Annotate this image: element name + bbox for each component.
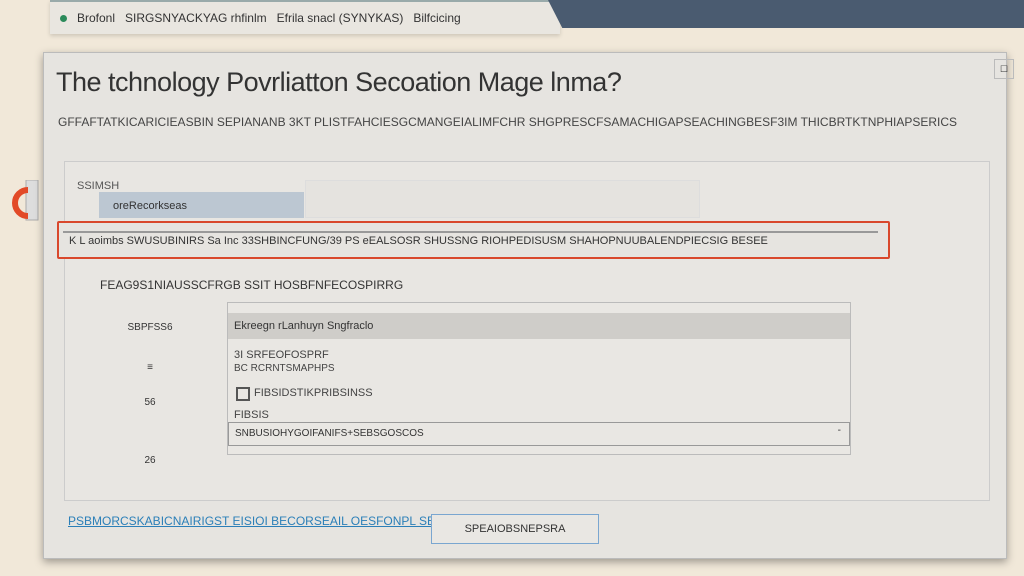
row-label: ≡ <box>147 362 153 373</box>
dropdown[interactable]: SNBUSIOHYGOIFANIFS+SEBSGOSCOS - <box>228 422 850 446</box>
highlighted-row[interactable]: K L aoimbs SWUSUBINIRS Sa Inc 33SHBINCFU… <box>57 221 890 259</box>
nav-item[interactable]: oreRecorkseas <box>99 192 304 218</box>
status-dot-icon <box>60 14 67 22</box>
section-label: SSIMSH <box>77 180 120 192</box>
refresh-icon[interactable] <box>4 180 44 225</box>
detail-grid: Ekreegn rLanhuyn Sngfraclo 3I SRFEOFOSPR… <box>227 302 851 455</box>
dropdown-value: SNBUSIOHYGOIFANIFS+SEBSGOSCOS <box>235 428 424 439</box>
selected-row-text: K L aoimbs SWUSUBINIRS Sa Inc 33SHBINCFU… <box>63 231 878 251</box>
row-labels: SBPFSS6 ≡ 56 26 <box>115 322 185 466</box>
content-panel: SSIMSH oreRecorkseas K L aoimbs SWUSUBIN… <box>57 161 990 501</box>
page-subtitle: GFFAFTATKICARICIEASBIN SEPIANANB 3KT PLI… <box>58 115 958 129</box>
top-tab-bar: Brofonl SIRGSNYACKYAG rhfinlm Efrila sna… <box>50 0 560 34</box>
tab-3[interactable]: Efrila snacl (SYNYKAS) <box>277 11 404 25</box>
grid-line: BC RCRNTSMAPHPS <box>234 363 335 374</box>
checkbox-row[interactable]: FIBSIDSTIKPRIBSINSS <box>236 387 373 401</box>
subheading: FEAG9S1NIAUSSCFRGB SSIT HOSBFNFECOSPIRRG <box>100 278 404 292</box>
tab-4[interactable]: Bilfcicing <box>413 11 460 25</box>
grid-header: Ekreegn rLanhuyn Sngfraclo <box>228 313 850 339</box>
grid-line: 3I SRFEOFOSPRF <box>234 349 329 361</box>
page-title: The tchnology Povrliatton Secoation Mage… <box>56 67 622 97</box>
checkbox-label: FIBSIDSTIKPRIBSINSS <box>254 387 373 399</box>
tab-2[interactable]: SIRGSNYACKYAG rhfinlm <box>125 11 267 25</box>
chevron-down-icon: - <box>837 425 841 436</box>
toolbar-area <box>305 180 700 218</box>
header-band <box>548 0 1024 28</box>
row-label: 26 <box>144 455 156 466</box>
window-button[interactable]: ☐ <box>994 59 1014 79</box>
tab-1[interactable]: Brofonl <box>77 11 115 25</box>
main-window: The tchnology Povrliatton Secoation Mage… <box>43 52 1014 559</box>
footer-button[interactable]: SPEAIOBSNEPSRA <box>431 514 599 544</box>
checkbox-icon[interactable] <box>236 387 250 401</box>
row-label: SBPFSS6 <box>127 322 173 333</box>
row-label: 56 <box>144 397 156 408</box>
field-label: FIBSIS <box>234 409 269 421</box>
